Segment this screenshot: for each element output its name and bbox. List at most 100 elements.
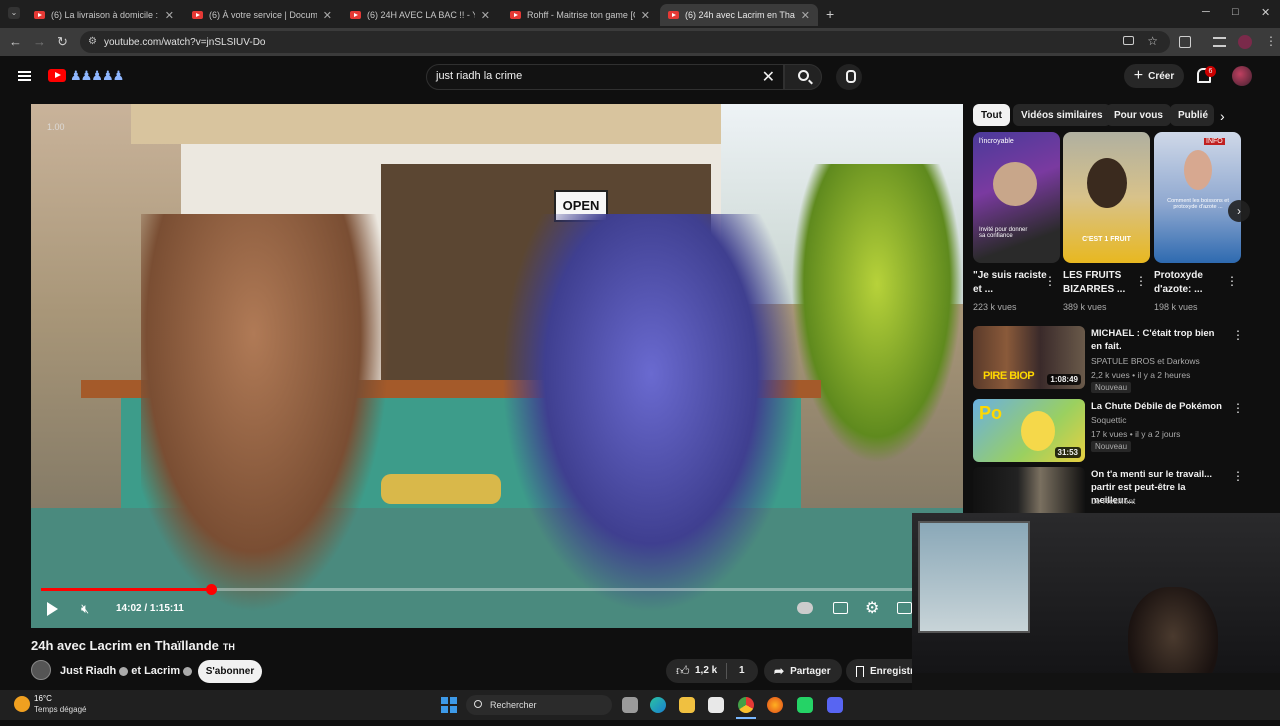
short-views: 223 k vues bbox=[973, 302, 1017, 312]
chip-all[interactable]: Tout bbox=[973, 104, 1010, 126]
search-input[interactable]: just riadh la crime bbox=[436, 70, 522, 82]
chip-similar-videos[interactable]: Vidéos similaires bbox=[1013, 104, 1111, 126]
chrome-browser-icon[interactable] bbox=[738, 697, 754, 713]
short-thumbnail[interactable]: l'incroyable Invité pour donner sa confi… bbox=[973, 132, 1060, 263]
share-button[interactable]: ➦ Partager bbox=[764, 659, 842, 683]
youtube-favicon-icon bbox=[192, 11, 203, 19]
voice-search-mic-icon[interactable] bbox=[836, 64, 862, 90]
related-video-channel[interactable]: Soquettic bbox=[1091, 415, 1126, 425]
firefox-icon[interactable] bbox=[767, 697, 783, 713]
player-controls: 🔇︎ 14:02 / 1:15:11 ⚙ bbox=[31, 594, 963, 628]
channel-avatar[interactable] bbox=[31, 660, 51, 680]
back-arrow-icon[interactable]: ← bbox=[9, 34, 22, 49]
short-thumbnail[interactable]: C'EST 1 FRUIT bbox=[1063, 132, 1150, 263]
tab-close-icon[interactable]: ✕ bbox=[641, 9, 650, 22]
channel-names[interactable]: Just Riadh et Lacrim bbox=[60, 665, 195, 677]
reload-icon[interactable]: ↻ bbox=[57, 34, 68, 50]
file-explorer-icon[interactable] bbox=[679, 697, 695, 713]
subscribe-button[interactable]: S'abonner bbox=[198, 660, 262, 683]
window-close-button[interactable]: ✕ bbox=[1261, 6, 1270, 19]
tab-search-icon[interactable]: ⌄ bbox=[8, 7, 20, 19]
address-bar[interactable]: ⚙ youtube.com/watch?v=jnSLSIUV-Do ☆ bbox=[80, 31, 1170, 53]
related-video-channel[interactable]: Le Résilient bbox=[1091, 496, 1135, 506]
youtube-doodle-icon[interactable]: ♟♟♟♟♟ bbox=[70, 68, 124, 84]
account-avatar[interactable] bbox=[1232, 66, 1252, 86]
dislike-count[interactable]: 1 bbox=[739, 665, 745, 676]
related-video-meta: 2,2 k vues • il y a 2 heures bbox=[1091, 370, 1191, 380]
browser-tab[interactable]: (6) 24H AVEC LA BAC !! - YouTu ✕ bbox=[342, 4, 498, 26]
settings-gear-icon[interactable]: ⚙ bbox=[865, 598, 879, 618]
like-count[interactable]: 1,2 k bbox=[695, 665, 717, 676]
active-app-indicator bbox=[736, 717, 756, 719]
muted-volume-icon[interactable]: 🔇︎ bbox=[81, 601, 89, 617]
forward-arrow-icon[interactable]: → bbox=[33, 34, 46, 49]
related-video-thumbnail[interactable]: PIRE BIOP 1:08:49 bbox=[973, 326, 1085, 389]
search-icon bbox=[798, 70, 809, 81]
autoplay-toggle[interactable] bbox=[797, 602, 813, 614]
browser-menu-icon[interactable]: ⋮ bbox=[1265, 34, 1277, 48]
weather-sun-icon[interactable] bbox=[14, 696, 30, 712]
search-button[interactable] bbox=[784, 64, 822, 90]
more-options-icon[interactable]: ⋮ bbox=[1135, 274, 1147, 288]
extensions-icon[interactable] bbox=[1179, 36, 1191, 48]
shorts-next-chevron-icon[interactable]: › bbox=[1228, 200, 1250, 222]
site-info-icon[interactable]: ⚙ bbox=[88, 36, 97, 47]
microsoft-store-icon[interactable] bbox=[708, 697, 724, 713]
whatsapp-icon[interactable] bbox=[797, 697, 813, 713]
bookmark-star-icon[interactable]: ☆ bbox=[1147, 34, 1158, 48]
channel-name[interactable]: Just Riadh bbox=[60, 665, 116, 677]
browser-tab[interactable]: (6) La livraison à domicile : de l'i ✕ bbox=[26, 4, 182, 26]
related-video-title[interactable]: MICHAEL : C'était trop bien en fait. bbox=[1091, 327, 1226, 353]
profile-avatar[interactable] bbox=[1238, 35, 1252, 49]
short-thumbnail[interactable]: INFO Comment les boissons et protoxyde d… bbox=[1154, 132, 1241, 263]
related-video-title[interactable]: La Chute Débile de Pokémon bbox=[1091, 400, 1226, 413]
miniplayer-icon[interactable] bbox=[897, 602, 912, 614]
chevron-right-icon[interactable]: › bbox=[1220, 108, 1225, 124]
more-options-icon[interactable]: ⋮ bbox=[1232, 469, 1244, 483]
maximize-button[interactable]: □ bbox=[1232, 6, 1239, 18]
clear-search-icon[interactable]: ✕ bbox=[762, 67, 775, 87]
task-view-icon[interactable] bbox=[622, 697, 638, 713]
youtube-logo[interactable] bbox=[48, 69, 66, 82]
browser-tab-active[interactable]: (6) 24h avec Lacrim en Thaïllan ✕ bbox=[660, 4, 818, 26]
video-person-right bbox=[501, 214, 801, 614]
short-title[interactable]: "Je suis raciste et ... bbox=[973, 269, 1047, 297]
related-video-channel[interactable]: SPATULE BROS et Darkows bbox=[1091, 356, 1200, 366]
hamburger-menu-icon[interactable] bbox=[18, 71, 31, 81]
discord-icon[interactable] bbox=[827, 697, 843, 713]
youtube-favicon-icon bbox=[350, 11, 361, 19]
chip-for-you[interactable]: Pour vous bbox=[1106, 104, 1171, 126]
browser-tab[interactable]: (6) À votre service | Documenta ✕ bbox=[184, 4, 340, 26]
tab-close-icon[interactable]: ✕ bbox=[801, 9, 810, 22]
short-title[interactable]: Protoxyde d'azote: ... bbox=[1154, 269, 1228, 297]
media-control-icon[interactable] bbox=[1213, 37, 1226, 47]
search-box[interactable]: just riadh la crime ✕ bbox=[426, 64, 784, 90]
tab-close-icon[interactable]: ✕ bbox=[165, 9, 174, 22]
short-thumb-text: INFO bbox=[1204, 138, 1225, 145]
install-app-icon[interactable] bbox=[1123, 36, 1134, 45]
weather-condition[interactable]: Temps dégagé bbox=[34, 705, 86, 714]
more-options-icon[interactable]: ⋮ bbox=[1232, 328, 1244, 342]
minimize-button[interactable]: ─ bbox=[1202, 6, 1210, 18]
tab-close-icon[interactable]: ✕ bbox=[323, 9, 332, 22]
more-options-icon[interactable]: ⋮ bbox=[1232, 401, 1244, 415]
short-title[interactable]: LES FRUITS BIZARRES ... bbox=[1063, 269, 1137, 297]
tab-close-icon[interactable]: ✕ bbox=[481, 9, 490, 22]
create-button[interactable]: + Créer bbox=[1124, 64, 1184, 88]
related-video-thumbnail[interactable]: Po 31:53 bbox=[973, 399, 1085, 462]
more-options-icon[interactable]: ⋮ bbox=[1044, 274, 1056, 288]
windows-start-icon[interactable] bbox=[441, 697, 457, 713]
subtitles-icon[interactable] bbox=[833, 602, 848, 614]
more-options-icon[interactable]: ⋮ bbox=[1226, 274, 1238, 288]
video-player[interactable]: OPEN 1.00 🔇︎ 14:02 / 1:15:11 ⚙ bbox=[31, 104, 963, 628]
browser-tab[interactable]: Rohff - Maitrise ton game [Clip ✕ bbox=[502, 4, 658, 26]
short-thumb-caption: C'EST 1 FRUIT bbox=[1082, 236, 1131, 243]
new-tab-button[interactable]: + bbox=[826, 6, 834, 22]
progress-bar[interactable] bbox=[41, 584, 953, 595]
edge-browser-icon[interactable] bbox=[650, 697, 666, 713]
weather-temperature[interactable]: 16°C bbox=[34, 694, 52, 703]
chip-published[interactable]: Publié bbox=[1170, 104, 1214, 126]
play-button[interactable] bbox=[47, 602, 58, 616]
taskbar-search[interactable]: Rechercher bbox=[466, 695, 612, 715]
channel-collaborator[interactable]: et Lacrim bbox=[131, 665, 180, 677]
